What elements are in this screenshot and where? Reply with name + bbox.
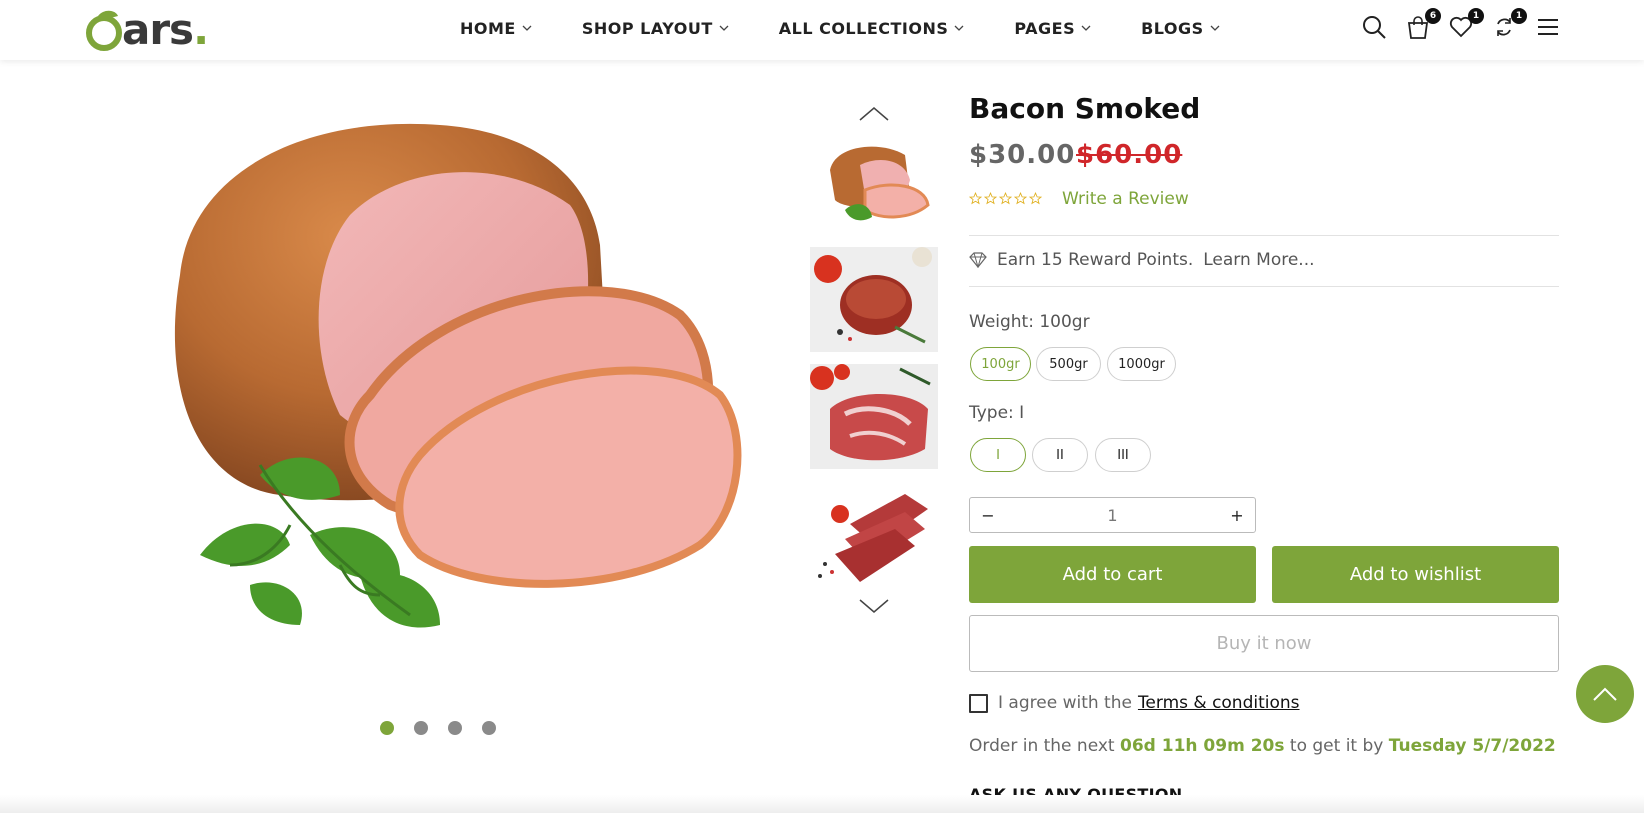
cart-count-badge: 6 [1425, 8, 1441, 24]
bottom-shadow [0, 795, 1644, 813]
slide-dot-3[interactable] [448, 721, 462, 735]
slide-dot-1[interactable] [380, 721, 394, 735]
add-to-cart-button[interactable]: Add to cart [969, 546, 1256, 603]
terms-link[interactable]: Terms & conditions [1138, 693, 1300, 713]
thumbnail-1[interactable] [810, 125, 938, 230]
qty-decrease-button[interactable]: − [970, 498, 1006, 532]
logo[interactable]: ars. [84, 6, 209, 54]
rating-stars [969, 192, 1044, 205]
nav-blogs[interactable]: BLOGS [1141, 19, 1220, 38]
thumbnail-2[interactable] [810, 247, 938, 352]
star-outline-icon [1029, 192, 1042, 205]
nav-all-collections-label: ALL COLLECTIONS [778, 18, 949, 38]
add-to-wishlist-button[interactable]: Add to wishlist [1272, 546, 1559, 603]
delivery-date: Tuesday 5/7/2022 [1388, 736, 1556, 756]
reward-text: Earn 15 Reward Points. [997, 250, 1194, 270]
terms-agreement: I agree with the Terms & conditions [969, 693, 1300, 713]
nav-pages-label: PAGES [1014, 18, 1076, 38]
star-outline-icon [984, 192, 997, 205]
buy-now-button[interactable]: Buy it now [969, 615, 1559, 672]
weight-label: Weight: 100gr [969, 312, 1090, 332]
chevron-up-icon [1593, 687, 1617, 701]
original-price: $60.00 [1076, 140, 1183, 170]
type-option-iii[interactable]: III [1095, 438, 1151, 472]
thumb-up-arrow-icon[interactable] [858, 104, 890, 124]
wishlist-count-badge: 1 [1468, 8, 1484, 24]
terms-checkbox[interactable] [969, 693, 988, 713]
nav-pages[interactable]: PAGES [1014, 19, 1091, 38]
logo-text: ars [122, 5, 194, 54]
weight-option-500gr[interactable]: 500gr [1036, 347, 1101, 381]
weight-option-100gr[interactable]: 100gr [970, 347, 1031, 381]
menu-hamburger-icon[interactable] [1535, 15, 1563, 43]
nav-home-label: HOME [460, 18, 516, 38]
thumbnail-3[interactable] [810, 364, 938, 469]
type-label: Type: I [969, 403, 1025, 423]
wishlist-heart-icon[interactable]: 1 [1448, 8, 1484, 42]
reward-points: Earn 15 Reward Points. Learn More... [969, 250, 1315, 270]
order-mid: to get it by [1289, 736, 1384, 756]
quantity-input[interactable] [1010, 500, 1215, 530]
write-review-link[interactable]: Write a Review [1062, 189, 1189, 209]
order-prefix: Order in the next [969, 736, 1115, 756]
compare-icon[interactable]: 1 [1491, 8, 1527, 42]
agree-text: I agree with the [998, 693, 1132, 713]
diamond-icon [969, 252, 987, 268]
thumbnail-4[interactable] [810, 484, 938, 589]
qty-increase-button[interactable]: + [1219, 498, 1255, 532]
nav-all-collections[interactable]: ALL COLLECTIONS [779, 19, 965, 38]
slide-dot-4[interactable] [482, 721, 496, 735]
back-to-top-button[interactable] [1576, 665, 1634, 723]
divider [969, 286, 1559, 287]
star-outline-icon [969, 192, 982, 205]
site-header: ars. HOME SHOP LAYOUT ALL COLLECTIONS PA… [0, 0, 1644, 60]
main-nav: HOME SHOP LAYOUT ALL COLLECTIONS PAGES B… [460, 0, 1220, 56]
slide-dot-2[interactable] [414, 721, 428, 735]
slide-dots [380, 721, 516, 735]
chevron-down-icon [522, 25, 532, 31]
nav-shop-layout-label: SHOP LAYOUT [581, 18, 713, 38]
chevron-down-icon [1210, 25, 1220, 31]
type-option-ii[interactable]: II [1032, 438, 1088, 472]
divider [969, 235, 1559, 236]
countdown-timer: 06d 11h 09m 20s [1120, 736, 1285, 756]
logo-dot: . [193, 5, 210, 54]
type-option-i[interactable]: I [970, 438, 1026, 472]
nav-home[interactable]: HOME [460, 19, 532, 38]
chevron-down-icon [719, 25, 729, 31]
star-outline-icon [1014, 192, 1027, 205]
sale-price: $30.00 [969, 140, 1076, 170]
product-title: Bacon Smoked [969, 92, 1201, 125]
nav-shop-layout[interactable]: SHOP LAYOUT [582, 19, 729, 38]
star-outline-icon [999, 192, 1012, 205]
leaf-logo-icon [86, 10, 122, 51]
compare-count-badge: 1 [1511, 8, 1527, 24]
learn-more-link[interactable]: Learn More... [1203, 250, 1314, 270]
main-product-image[interactable] [140, 95, 760, 675]
thumb-down-arrow-icon[interactable] [858, 596, 890, 616]
chevron-down-icon [954, 25, 964, 31]
quantity-stepper: − + [969, 497, 1256, 533]
weight-option-1000gr[interactable]: 1000gr [1107, 347, 1176, 381]
delivery-countdown: Order in the next 06d 11h 09m 20s to get… [969, 736, 1556, 756]
cart-icon[interactable]: 6 [1405, 8, 1441, 42]
nav-blogs-label: BLOGS [1141, 18, 1204, 38]
chevron-down-icon [1081, 25, 1091, 31]
search-icon[interactable] [1361, 14, 1389, 42]
